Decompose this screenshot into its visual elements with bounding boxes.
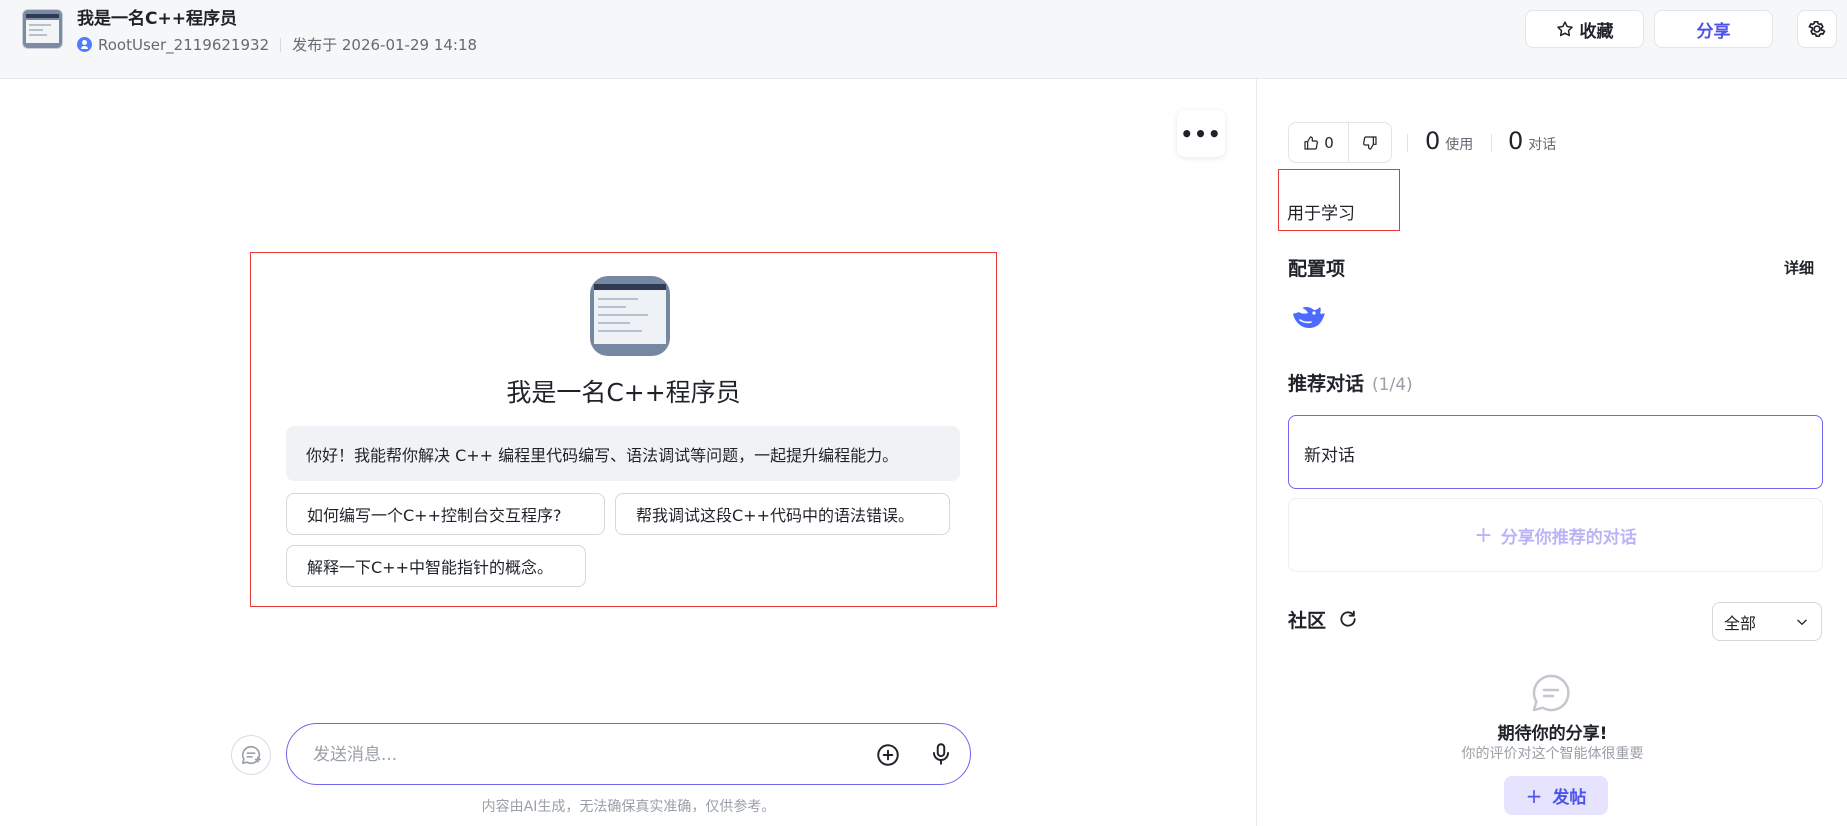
chats-label: 对话 bbox=[1528, 137, 1557, 153]
collect-button[interactable]: 收藏 bbox=[1525, 10, 1644, 48]
bot-name: 我是一名C++程序员 bbox=[506, 378, 741, 407]
bot-avatar bbox=[590, 276, 670, 356]
stat-divider bbox=[1491, 134, 1492, 152]
thumbs-up-icon bbox=[1304, 135, 1319, 150]
new-topic-button[interactable] bbox=[231, 735, 271, 775]
chats-stat: 0 对话 bbox=[1508, 127, 1556, 155]
community-section-title: 社区 bbox=[1288, 610, 1327, 632]
suggestion-chip[interactable]: 帮我调试这段C++代码中的语法错误。 bbox=[615, 493, 950, 535]
star-icon bbox=[1556, 21, 1573, 37]
message-input[interactable] bbox=[313, 742, 853, 768]
page-title: 我是一名C++程序员 bbox=[77, 9, 237, 29]
vote-group: 0 bbox=[1288, 122, 1392, 163]
plus-icon: + bbox=[1474, 522, 1493, 548]
refresh-icon[interactable] bbox=[1338, 609, 1358, 629]
uses-label: 使用 bbox=[1445, 137, 1474, 153]
microphone-icon[interactable] bbox=[928, 741, 954, 767]
dislike-button[interactable] bbox=[1349, 123, 1391, 162]
message-input-box bbox=[286, 723, 971, 785]
recommended-title: 推荐对话 bbox=[1288, 373, 1365, 395]
share-label: 分享 bbox=[1696, 21, 1731, 42]
like-button[interactable]: 0 bbox=[1289, 123, 1349, 162]
collect-label: 收藏 bbox=[1579, 21, 1614, 42]
top-header: 我是一名C++程序员 RootUser_2119621932 发布于 2026-… bbox=[0, 0, 1847, 79]
suggestion-chip[interactable]: 如何编写一个C++控制台交互程序? bbox=[286, 493, 605, 535]
share-button[interactable]: 分享 bbox=[1654, 10, 1773, 48]
add-attachment-icon[interactable] bbox=[875, 742, 901, 768]
post-button[interactable]: + 发帖 bbox=[1504, 776, 1608, 815]
share-recommended-button[interactable]: + 分享你推荐的对话 bbox=[1288, 498, 1823, 572]
plus-icon: + bbox=[1525, 783, 1543, 808]
recommended-conversation-item[interactable]: 新对话 bbox=[1288, 415, 1823, 489]
share-recommended-label: 分享你推荐的对话 bbox=[1500, 527, 1637, 548]
author-name[interactable]: RootUser_2119621932 bbox=[98, 36, 269, 54]
uses-stat: 0 使用 bbox=[1425, 127, 1473, 155]
recommended-section-title: 推荐对话 (1/4) bbox=[1288, 369, 1413, 396]
config-detail-link[interactable]: 详细 bbox=[1784, 257, 1814, 278]
more-options-button[interactable]: ••• bbox=[1177, 110, 1225, 157]
community-filter-select[interactable]: 全部 bbox=[1712, 602, 1822, 641]
chat-bubble-icon bbox=[1532, 674, 1570, 712]
user-icon bbox=[77, 37, 92, 52]
filter-value: 全部 bbox=[1724, 613, 1757, 633]
chats-count: 0 bbox=[1508, 127, 1524, 155]
deepseek-whale-icon bbox=[1293, 306, 1325, 328]
bot-info-panel: 0 0 使用 0 对话 用于学习 配置项 详细 推荐对话 (1/4) 新对话 + … bbox=[1256, 79, 1847, 826]
author-meta: RootUser_2119621932 发布于 2026-01-29 14:18 bbox=[77, 34, 477, 55]
settings-button[interactable] bbox=[1797, 10, 1837, 48]
chevron-down-icon bbox=[1797, 619, 1807, 625]
stat-divider bbox=[1407, 134, 1408, 152]
recommended-count: (1/4) bbox=[1372, 375, 1413, 395]
bot-thumbnail bbox=[22, 9, 63, 49]
bot-description: 用于学习 bbox=[1278, 169, 1400, 231]
greeting-message: 你好！我能帮你解决 C++ 编程里代码编写、语法调试等问题，一起提升编程能力。 bbox=[286, 426, 960, 481]
more-dots-icon: ••• bbox=[1180, 121, 1222, 146]
empty-state-subtitle: 你的评价对这个智能体很重要 bbox=[1461, 746, 1644, 762]
meta-divider bbox=[280, 37, 282, 52]
new-chat-icon bbox=[241, 745, 261, 765]
gear-icon bbox=[1808, 21, 1826, 38]
empty-state-title: 期待你的分享! bbox=[1497, 724, 1608, 744]
config-section-title: 配置项 bbox=[1288, 258, 1346, 280]
publish-date: 发布于 2026-01-29 14:18 bbox=[292, 36, 478, 54]
suggestion-chip[interactable]: 解释一下C++中智能指针的概念。 bbox=[286, 545, 586, 587]
uses-count: 0 bbox=[1425, 127, 1441, 155]
welcome-card: 我是一名C++程序员 你好！我能帮你解决 C++ 编程里代码编写、语法调试等问题… bbox=[250, 252, 997, 607]
ai-disclaimer: 内容由AI生成，无法确保真实准确，仅供参考。 bbox=[481, 799, 776, 815]
post-label: 发帖 bbox=[1552, 788, 1587, 808]
thumbs-down-icon bbox=[1363, 135, 1377, 150]
like-count: 0 bbox=[1324, 133, 1334, 152]
